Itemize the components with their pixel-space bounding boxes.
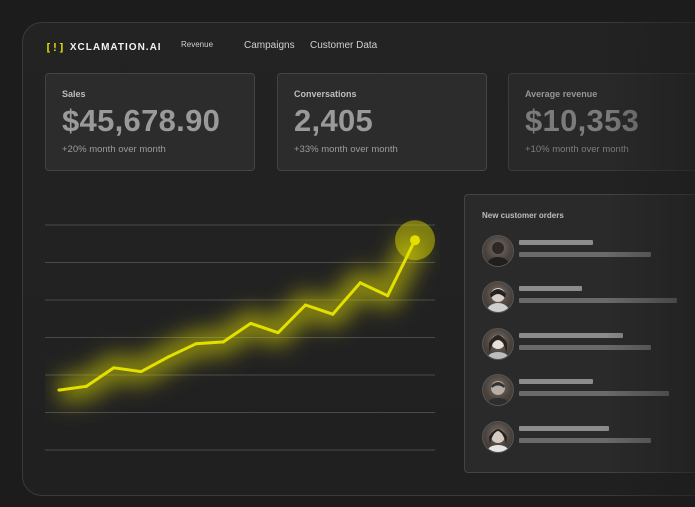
order-bar-primary	[519, 286, 582, 291]
card-title: Average revenue	[525, 89, 598, 99]
order-bar-secondary	[519, 252, 651, 257]
last-data-point[interactable]	[410, 235, 420, 246]
order-bar-secondary	[519, 298, 677, 303]
logo-mark: [!]	[45, 41, 65, 54]
person-avatar	[482, 281, 514, 313]
data-point	[358, 281, 362, 285]
data-point	[331, 312, 335, 316]
order-row[interactable]	[482, 374, 695, 406]
card-subtitle: +10% month over month	[525, 144, 629, 155]
data-point	[84, 384, 88, 388]
orders-title: New customer orders	[482, 211, 564, 220]
order-row[interactable]	[482, 421, 695, 453]
card-value: $45,678.90	[62, 103, 221, 138]
order-bar-secondary	[519, 345, 651, 350]
card-subtitle: +33% month over month	[294, 144, 398, 155]
order-bar-primary	[519, 333, 623, 338]
person-avatar	[482, 328, 514, 360]
sales-card[interactable]: Sales $45,678.90 +20% month over month	[45, 73, 255, 171]
revenue-line-chart	[45, 220, 435, 451]
order-bar-secondary	[519, 438, 651, 443]
nav-item-campaigns[interactable]: Campaigns	[244, 40, 295, 51]
person-avatar	[482, 374, 514, 406]
data-point	[167, 355, 171, 359]
data-point	[112, 366, 116, 370]
order-row[interactable]	[482, 235, 695, 267]
nav-item-revenue[interactable]: Revenue	[181, 40, 213, 49]
card-value: $10,353	[525, 103, 640, 138]
order-bar-secondary	[519, 391, 669, 396]
order-bar-primary	[519, 379, 593, 384]
logo-text: XCLAMATION.AI	[69, 42, 162, 53]
data-point	[221, 340, 225, 344]
card-title: Conversations	[294, 89, 357, 99]
nav-item-customer-data[interactable]: Customer Data	[310, 40, 377, 51]
order-bar-primary	[519, 240, 593, 245]
new-customer-orders-panel: New customer orders	[464, 194, 695, 473]
card-subtitle: +20% month over month	[62, 144, 166, 155]
data-point	[57, 388, 61, 392]
data-point	[139, 370, 143, 374]
card-title: Sales	[62, 89, 86, 99]
data-point	[303, 303, 307, 307]
data-point	[276, 331, 280, 335]
person-avatar	[482, 421, 514, 453]
order-bar-primary	[519, 426, 609, 431]
card-value: 2,405	[294, 103, 374, 138]
logo[interactable]: [!] XCLAMATION.AI	[45, 41, 162, 54]
data-point	[386, 294, 390, 298]
person-avatar	[482, 235, 514, 267]
dashboard-window: [!] XCLAMATION.AI Revenue Campaigns Cust…	[22, 22, 695, 496]
conversations-card[interactable]: Conversations 2,405 +33% month over mont…	[277, 73, 487, 171]
average-revenue-card[interactable]: Average revenue $10,353 +10% month over …	[508, 73, 695, 171]
data-point	[194, 342, 198, 346]
data-point	[249, 321, 253, 325]
order-row[interactable]	[482, 328, 695, 360]
order-row[interactable]	[482, 281, 695, 313]
